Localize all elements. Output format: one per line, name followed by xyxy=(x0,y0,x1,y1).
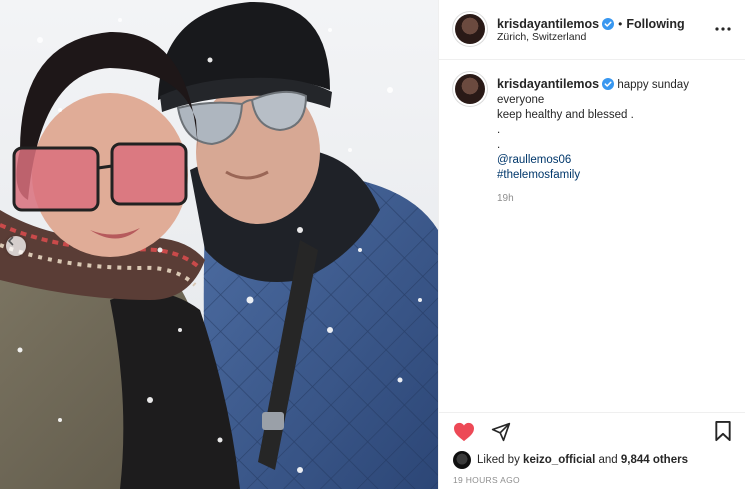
caption-time: 19h xyxy=(497,193,514,204)
caption-dot-2: . xyxy=(497,139,501,151)
liked-by-prefix: Liked by xyxy=(477,454,520,466)
likes-count-link[interactable]: 9,844 others xyxy=(621,454,688,466)
post-side-panel: krisdayantilemos • Following Zürich, Switz… xyxy=(438,0,745,489)
caption-text-1: happy sunday xyxy=(617,79,689,91)
post-header: krisdayantilemos • Following Zürich, Switz… xyxy=(439,0,745,60)
caption-hashtag-link[interactable]: #thelemosfamily xyxy=(497,168,732,183)
follow-separator: • xyxy=(618,17,623,31)
caption-mention-link[interactable]: @raullemos06 xyxy=(497,153,732,168)
likes-summary: Liked by keizo_official and 9,844 others xyxy=(453,451,688,469)
chevron-left-icon xyxy=(7,236,14,246)
more-options-icon[interactable] xyxy=(714,20,732,38)
caption-first-line: krisdayantilemos happy sunday xyxy=(497,77,732,93)
send-icon[interactable] xyxy=(491,422,511,442)
following-button[interactable]: Following xyxy=(626,17,684,31)
heart-icon[interactable] xyxy=(453,422,475,442)
verified-badge-icon xyxy=(602,18,615,30)
verified-badge-icon xyxy=(602,78,615,90)
post-photo[interactable] xyxy=(0,0,438,489)
caption-dot-1: . xyxy=(497,124,501,136)
bookmark-icon[interactable] xyxy=(714,421,732,442)
caption-username[interactable]: krisdayantilemos xyxy=(497,77,599,91)
post-location[interactable]: Zürich, Switzerland xyxy=(497,31,586,43)
caption-text-3: keep healthy and blessed . xyxy=(497,109,634,121)
author-avatar[interactable] xyxy=(455,14,485,44)
liker-username[interactable]: keizo_official xyxy=(523,454,595,466)
photo-illustration xyxy=(0,0,438,489)
author-username[interactable]: krisdayantilemos xyxy=(497,17,599,31)
caption-text-2: everyone xyxy=(497,94,545,106)
liked-by-and: and xyxy=(598,454,618,466)
action-bar xyxy=(439,412,745,448)
liker-avatar[interactable] xyxy=(453,451,471,469)
post-timestamp[interactable]: 19 HOURS AGO xyxy=(453,475,520,485)
post-caption: krisdayantilemos happy sunday everyone k… xyxy=(497,77,732,183)
carousel-prev-button[interactable] xyxy=(6,236,26,256)
caption-avatar[interactable] xyxy=(455,74,485,104)
